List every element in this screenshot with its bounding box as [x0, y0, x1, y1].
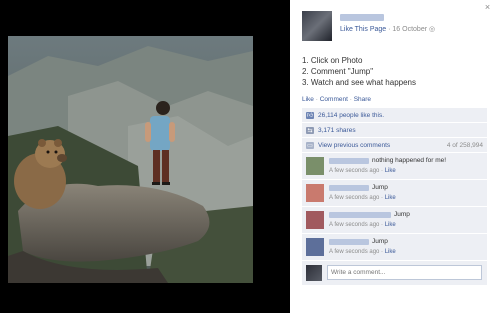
share-icon: ⇆	[306, 126, 314, 134]
post-meta: Like This Page · 16 October ◎	[340, 25, 435, 33]
commenter-name-blurred[interactable]	[329, 239, 369, 245]
view-previous-comments-link[interactable]: View previous comments	[318, 142, 390, 149]
comment-text: Jump	[372, 184, 388, 191]
thumbs-up-icon: 👍︎	[306, 111, 314, 119]
like-button[interactable]: Like	[302, 96, 314, 103]
likes-row: 👍︎ 26,114 people like this.	[302, 108, 487, 123]
comment-icon: ▭	[306, 141, 314, 149]
comment-item: nothing happened for me! A few seconds a…	[302, 153, 487, 180]
comment-time[interactable]: A few seconds ago	[329, 222, 379, 228]
page-avatar[interactable]	[302, 11, 332, 41]
feedback-box: 👍︎ 26,114 people like this. ⇆ 3,171 shar…	[302, 108, 487, 285]
post-actions: Like · Comment · Share	[302, 96, 371, 103]
caption-line-3: 3. Watch and see what happens	[302, 78, 416, 87]
comment-meta: A few seconds ago · Like	[329, 168, 396, 174]
commenter-avatar[interactable]	[306, 238, 324, 256]
commenter-name-blurred[interactable]	[329, 158, 369, 164]
share-button[interactable]: Share	[354, 96, 371, 103]
comment-like-button[interactable]: Like	[385, 249, 396, 255]
comment-item: Jump A few seconds ago · Like	[302, 207, 487, 234]
comment-like-button[interactable]: Like	[385, 168, 396, 174]
comment-time[interactable]: A few seconds ago	[329, 249, 379, 255]
comment-text: nothing happened for me!	[372, 157, 447, 164]
comment-button[interactable]: Comment	[320, 96, 348, 103]
post-caption: 1. Click on Photo 2. Comment "Jump" 3. W…	[302, 55, 416, 88]
commenter-avatar[interactable]	[306, 211, 324, 229]
photo-viewer	[0, 0, 290, 313]
write-comment-row	[302, 261, 487, 285]
comment-count: 4 of 258,994	[446, 141, 483, 149]
photo-sidebar: × Like This Page · 16 October ◎ 1. Click…	[290, 0, 496, 313]
comment-item: Jump A few seconds ago · Like	[302, 234, 487, 261]
post-date[interactable]: · 16 October	[386, 26, 429, 33]
comment-time[interactable]: A few seconds ago	[329, 168, 379, 174]
comment-item: Jump A few seconds ago · Like	[302, 180, 487, 207]
globe-icon: ◎	[428, 26, 436, 33]
comment-meta: A few seconds ago · Like	[329, 195, 396, 201]
view-previous-row: ▭ View previous comments 4 of 258,994	[302, 138, 487, 153]
comment-text: Jump	[394, 211, 410, 218]
comment-meta: A few seconds ago · Like	[329, 249, 396, 255]
comment-meta: A few seconds ago · Like	[329, 222, 396, 228]
commenter-name-blurred[interactable]	[329, 185, 369, 191]
close-icon[interactable]: ×	[483, 3, 492, 12]
commenter-name-blurred[interactable]	[329, 212, 391, 218]
current-user-avatar	[306, 265, 322, 281]
commenter-avatar[interactable]	[306, 184, 324, 202]
comment-time[interactable]: A few seconds ago	[329, 195, 379, 201]
likes-count-link[interactable]: 26,114 people like this.	[318, 112, 384, 119]
caption-line-2: 2. Comment "Jump"	[302, 67, 374, 76]
page-name-blurred[interactable]	[340, 14, 384, 21]
comment-like-button[interactable]: Like	[385, 222, 396, 228]
shares-count-link[interactable]: 3,171 shares	[318, 127, 356, 134]
comment-input[interactable]	[327, 265, 482, 280]
caption-line-1: 1. Click on Photo	[302, 56, 363, 65]
commenter-avatar[interactable]	[306, 157, 324, 175]
post-header: Like This Page · 16 October ◎	[302, 11, 482, 41]
photo[interactable]	[8, 36, 253, 283]
like-page-link[interactable]: Like This Page	[340, 26, 386, 33]
shares-row: ⇆ 3,171 shares	[302, 123, 487, 138]
comment-like-button[interactable]: Like	[385, 195, 396, 201]
comment-text: Jump	[372, 238, 388, 245]
